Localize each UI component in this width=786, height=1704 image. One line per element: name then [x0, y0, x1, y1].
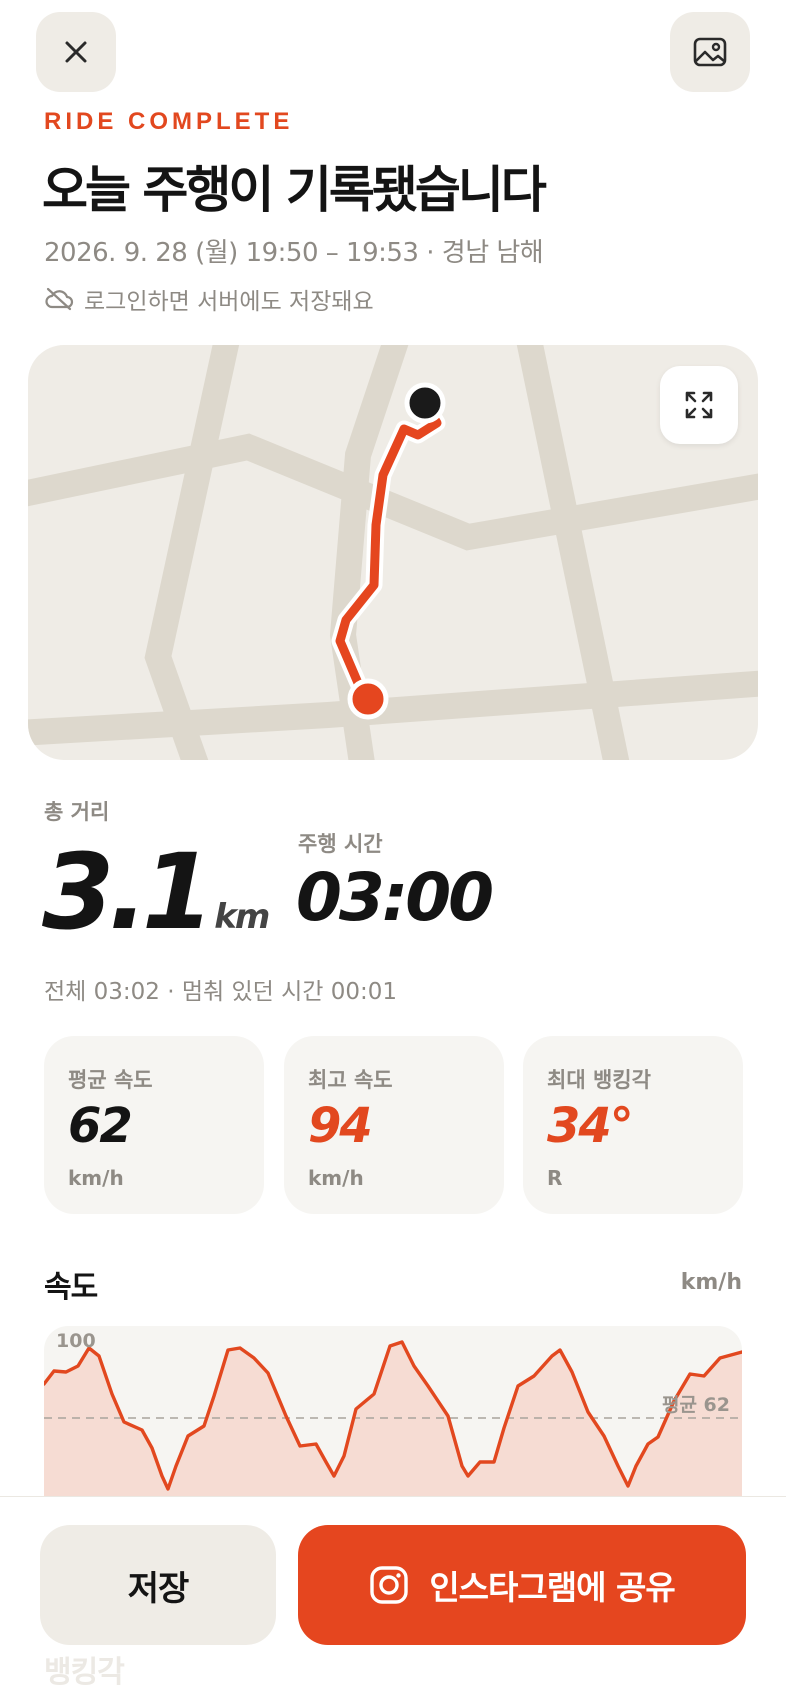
route-end-marker	[347, 678, 389, 720]
distance-value: 3.1	[42, 831, 214, 953]
cloud-off-icon	[45, 287, 74, 311]
stat-card-avg-speed: 평균 속도 62 km/h	[44, 1036, 264, 1214]
lean-angle-section-title: 뱅킹각	[44, 1655, 125, 1690]
stat-label: 평균 속도	[68, 1068, 153, 1092]
chart-max-label: 100	[56, 1330, 96, 1352]
duration-value: 03:00	[296, 859, 494, 936]
distance-label: 총 거리	[44, 800, 110, 824]
login-save-hint-text: 로그인하면 서버에도 저장돼요	[84, 289, 374, 315]
expand-map-button[interactable]	[660, 366, 738, 444]
ride-date-location: 2026. 9. 28 (월) 19:50 – 19:53 · 경남 남해	[44, 238, 544, 268]
speed-chart-canvas	[44, 1340, 742, 1496]
distance-unit: km	[214, 897, 270, 937]
stat-label: 최대 뱅킹각	[547, 1068, 651, 1092]
speed-chart: 100 평균 62	[44, 1326, 742, 1496]
close-button[interactable]	[36, 12, 116, 92]
stat-label: 최고 속도	[308, 1068, 393, 1092]
stat-card-max-lean: 최대 뱅킹각 34° R	[523, 1036, 743, 1214]
stat-value: 62	[68, 1098, 133, 1154]
stat-card-max-speed: 최고 속도 94 km/h	[284, 1036, 504, 1214]
image-icon	[693, 37, 727, 67]
stat-unit: km/h	[308, 1166, 364, 1190]
route-map[interactable]	[28, 345, 758, 760]
instagram-icon	[370, 1566, 409, 1604]
chart-average-label: 평균 62	[661, 1394, 730, 1416]
save-button[interactable]: 저장	[40, 1525, 276, 1645]
stat-value: 94	[308, 1098, 373, 1154]
stat-value: 34°	[547, 1098, 634, 1154]
speed-area	[44, 1342, 742, 1496]
total-time-line: 전체 03:02 · 멈춰 있던 시간 00:01	[44, 979, 398, 1005]
duration-label: 주행 시간	[298, 832, 383, 856]
distance-display: 3.1 km	[42, 831, 270, 953]
speed-section-unit: km/h	[680, 1270, 742, 1295]
map-road	[144, 345, 240, 760]
route-map-canvas	[28, 345, 758, 760]
page-title: 오늘 주행이 기록됐습니다	[42, 161, 547, 219]
route-start-marker	[404, 382, 446, 424]
map-road	[28, 670, 758, 746]
bottom-action-bar: 뱅킹각 저장 인스타그램에 공유	[0, 1496, 786, 1704]
login-save-hint: 로그인하면 서버에도 저장돼요	[44, 282, 374, 316]
speed-section-title: 속도	[44, 1270, 98, 1305]
stat-unit: km/h	[68, 1166, 124, 1190]
gallery-button[interactable]	[670, 12, 750, 92]
ride-complete-screen: RIDE COMPLETE 오늘 주행이 기록됐습니다 2026. 9. 28 …	[0, 0, 786, 1704]
share-instagram-button[interactable]: 인스타그램에 공유	[298, 1525, 746, 1645]
stat-unit: R	[547, 1166, 563, 1190]
share-instagram-label: 인스타그램에 공유	[429, 1568, 675, 1607]
eyebrow-label: RIDE COMPLETE	[44, 108, 294, 135]
expand-icon	[685, 391, 713, 419]
close-icon	[65, 41, 87, 63]
